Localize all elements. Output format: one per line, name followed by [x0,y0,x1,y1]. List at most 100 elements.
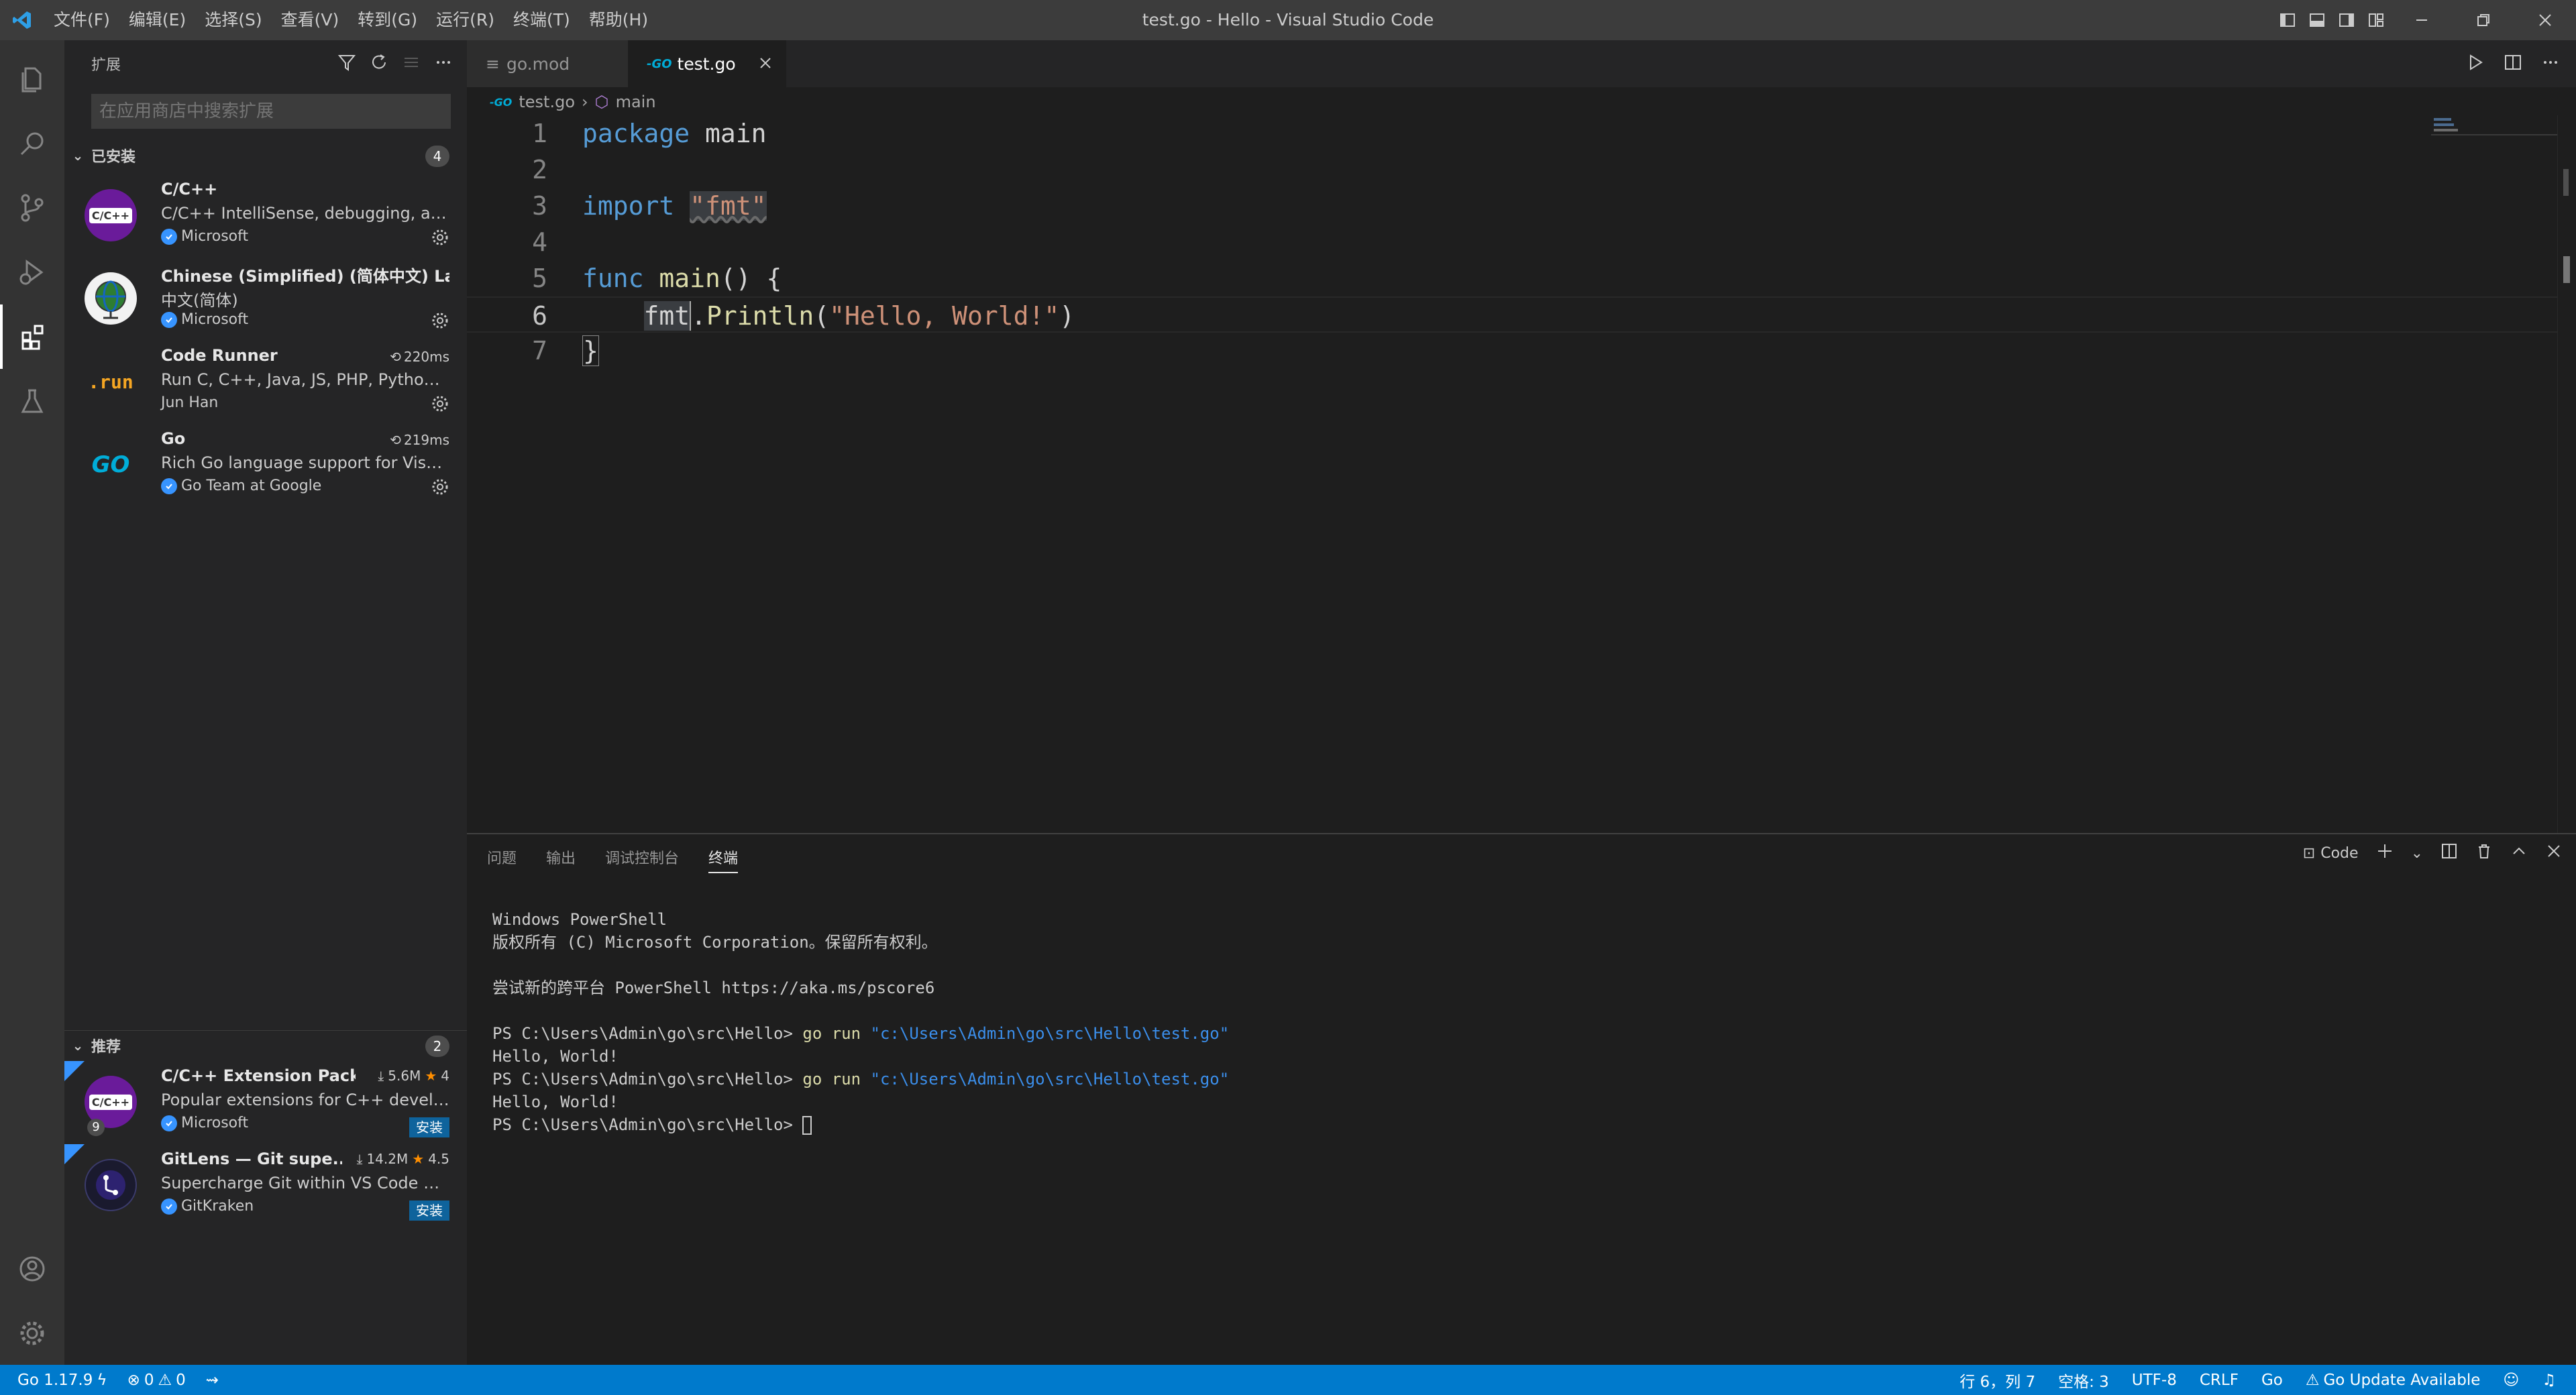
editor-scrollbar[interactable] [2557,115,2576,833]
menu-terminal[interactable]: 终端(T) [504,0,580,40]
menu-view[interactable]: 查看(V) [272,0,349,40]
tab-test-go[interactable]: -GO test.go [628,40,786,87]
restore-icon[interactable] [2453,0,2514,40]
go-update-item[interactable]: ⚠ Go Update Available [2306,1372,2481,1389]
feedback-icon[interactable]: ☺ [2503,1372,2519,1389]
file-lines-icon: ≡ [486,54,500,74]
run-file-icon[interactable] [2466,53,2485,74]
go-icon-label: GO [91,451,130,478]
customize-layout-icon[interactable] [2361,0,2391,40]
scrollbar-cursor-marker [2563,256,2570,283]
refresh-icon[interactable] [369,52,389,75]
verified-icon [161,478,177,494]
toggle-primary-sidebar-icon[interactable] [2273,0,2302,40]
toggle-secondary-sidebar-icon[interactable] [2332,0,2361,40]
manage-extension-gear-icon[interactable] [431,311,449,333]
split-terminal-icon[interactable] [2440,842,2458,864]
code-line-current: 6 fmt.Println("Hello, World!") [467,296,2576,333]
manage-extension-gear-icon[interactable] [431,394,449,416]
code-token: . [690,301,707,331]
menu-run[interactable]: 运行(R) [427,0,504,40]
menu-selection[interactable]: 选择(S) [195,0,271,40]
terminal-argument: "c:\Users\Admin\go\src\Hello\test.go" [870,1024,1230,1043]
close-tab-icon[interactable] [758,55,773,74]
line-number: 3 [532,191,547,221]
error-count: 0 [144,1371,154,1389]
notifications-bell-icon[interactable]: ♫ [2542,1372,2556,1389]
terminal-line: Hello, World! [492,1047,619,1066]
vscode-logo-icon[interactable] [0,0,44,40]
more-actions-icon[interactable] [2541,53,2560,74]
tab-problems[interactable]: 问题 [487,846,517,873]
end-of-line[interactable]: CRLF [2200,1372,2239,1389]
menu-edit[interactable]: 编辑(E) [119,0,195,40]
extension-item[interactable]: C/C++ C/C++ C/C++ IntelliSense, debuggin… [64,174,467,258]
manage-extension-gear-icon[interactable] [431,478,449,499]
close-panel-icon[interactable] [2545,842,2563,864]
language-mode[interactable]: Go [2261,1372,2283,1389]
download-count: 5.6M [388,1068,421,1084]
terminal-selector[interactable]: ⊡ Code [2303,845,2359,862]
filter-icon[interactable] [337,52,357,75]
encoding[interactable]: UTF-8 [2132,1372,2177,1389]
cursor-position[interactable]: 行 6，列 7 [1960,1369,2035,1392]
tab-terminal[interactable]: 终端 [708,846,739,873]
recommended-star-icon [64,1061,85,1081]
menu-go[interactable]: 转到(G) [348,0,427,40]
terminal-line: PS C:\Users\Admin\go\src\Hello> go run "… [492,1068,1229,1091]
menu-help[interactable]: 帮助(H) [580,0,657,40]
manage-extension-gear-icon[interactable] [431,228,449,249]
minimize-icon[interactable] [2391,0,2453,40]
install-button[interactable]: 安装 [409,1117,449,1137]
search-icon[interactable] [0,111,64,176]
manage-gear-icon[interactable] [0,1301,64,1365]
chevron-down-icon[interactable]: ⌄ [2411,845,2423,862]
tab-go-mod[interactable]: ≡ go.mod [467,40,628,87]
testing-icon[interactable] [0,369,64,433]
terminal-prompt: PS C:\Users\Admin\go\src\Hello> [492,1024,803,1043]
bottom-panel: 问题 输出 调试控制台 终端 ⊡ Code ⌄ Windows PowerShel… [467,833,2576,1365]
indentation[interactable]: 空格: 3 [2058,1369,2109,1392]
more-actions-icon[interactable] [433,52,453,75]
split-editor-icon[interactable] [2504,53,2522,74]
symbol-cube-icon: ⬡ [594,93,609,111]
installed-section-header[interactable]: ⌄ 已安装 4 [64,141,467,170]
extensions-search-input[interactable] [91,94,451,129]
code-editor[interactable]: 1 package main 2 3 import "fmt" 4 5 func… [467,115,2576,833]
toggle-panel-icon[interactable] [2302,0,2332,40]
publisher-label: Microsoft [181,311,249,328]
tab-debug-console[interactable]: 调试控制台 [605,846,679,873]
problems-item[interactable]: ⊗ 0 ⚠ 0 [127,1372,186,1389]
breadcrumb-file[interactable]: test.go [519,93,575,111]
accounts-icon[interactable] [0,1237,64,1301]
terminal-output[interactable]: Windows PowerShell 版权所有 (C) Microsoft Cor… [492,908,1229,1136]
error-icon: ⊗ [127,1371,140,1389]
extension-item[interactable]: .run Code Runner ⟲ 220ms Run C, C++, Java… [64,341,467,424]
run-debug-icon[interactable] [0,240,64,304]
install-button[interactable]: 安装 [409,1201,449,1221]
recommended-section-header[interactable]: ⌄ 推荐 2 [64,1030,467,1060]
breadcrumb-symbol[interactable]: main [616,93,656,111]
trash-icon[interactable] [2475,842,2493,864]
maximize-panel-icon[interactable] [2510,842,2528,864]
live-share-icon[interactable]: ⇝ [206,1372,219,1389]
tab-label: go.mod [506,54,570,74]
close-window-icon[interactable] [2514,0,2576,40]
clear-results-icon[interactable] [401,52,421,75]
extension-item[interactable]: Chinese (Simplified) (简体中文) La... 中文(简体)… [64,258,467,341]
menu-file[interactable]: 文件(F) [44,0,119,40]
extension-item[interactable]: GO Go ⟲ 219ms Rich Go language support fo… [64,424,467,507]
cpp-extension-icon: C/C++ [85,189,137,241]
source-control-icon[interactable] [0,176,64,240]
extensions-icon[interactable] [0,304,64,369]
minimap[interactable] [2431,115,2565,833]
tab-output[interactable]: 输出 [546,846,576,873]
new-terminal-icon[interactable] [2376,842,2394,864]
explorer-icon[interactable] [0,47,64,111]
terminal-line: Windows PowerShell [492,910,667,929]
package-token: fmt [643,301,690,331]
go-version-item[interactable]: Go 1.17.9 ϟ [17,1372,107,1389]
extension-item[interactable]: GitLens — Git supe... ⤓ 14.2M ★ 4.5 Superch… [64,1144,467,1227]
extension-item[interactable]: C/C++ 9 C/C++ Extension Pack ⤓ 5.6M ★ 4 Pop… [64,1061,467,1144]
activation-time: ⟲ 220ms [390,349,449,365]
